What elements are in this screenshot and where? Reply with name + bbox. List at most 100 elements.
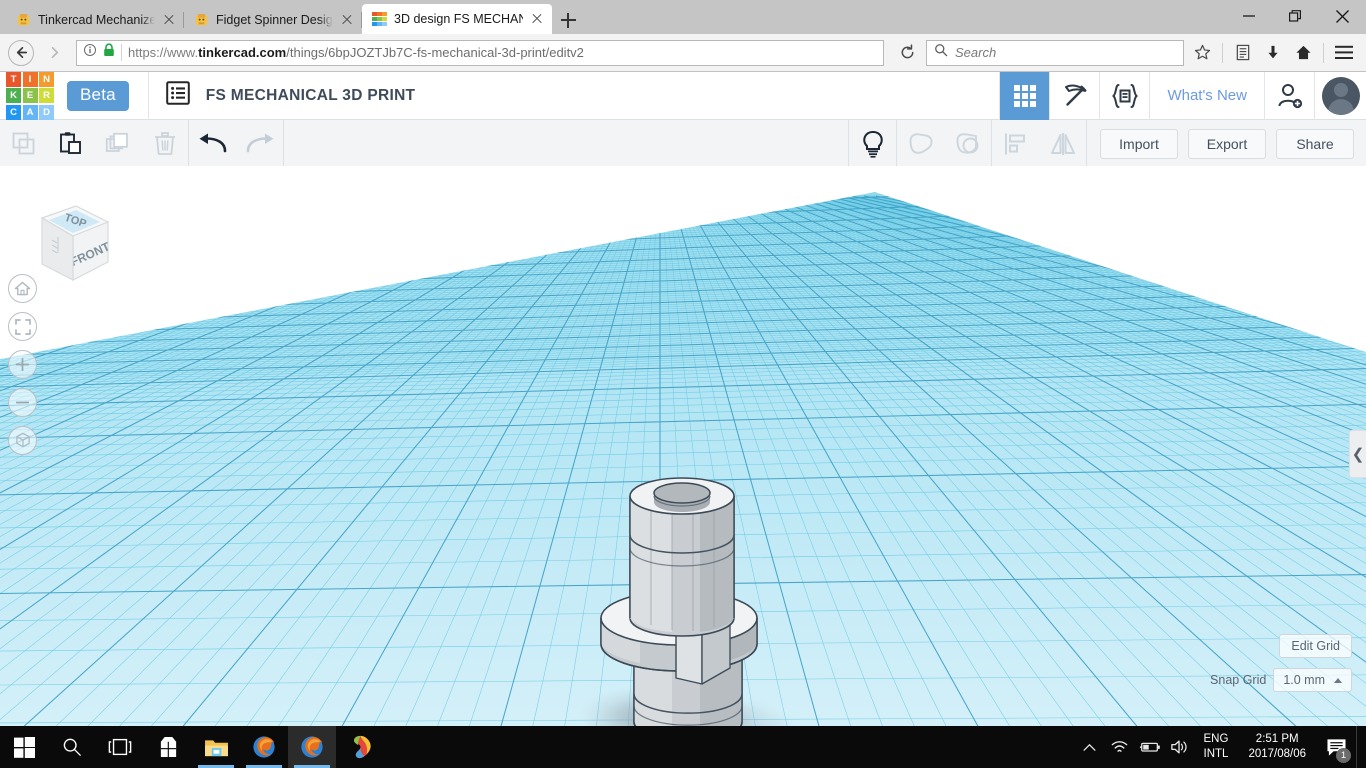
notification-badge: 1 <box>1336 748 1351 763</box>
toolbar-divider <box>1086 119 1087 168</box>
whats-new-link[interactable]: What's New <box>1149 71 1264 120</box>
fit-view-icon[interactable] <box>8 312 37 341</box>
home-icon[interactable] <box>1289 39 1317 67</box>
zoom-in-icon[interactable] <box>8 350 37 379</box>
close-icon[interactable] <box>340 13 354 27</box>
start-button[interactable] <box>0 726 48 768</box>
notifications-icon[interactable]: 1 <box>1318 726 1354 768</box>
avatar[interactable] <box>1314 71 1366 120</box>
grid-view-icon[interactable] <box>999 71 1050 120</box>
edit-toolbar: Import Export Share <box>0 119 1366 168</box>
clock-time: 2:51 PM <box>1255 733 1299 745</box>
add-person-icon[interactable] <box>1264 71 1314 120</box>
clock-date: 2017/08/06 <box>1248 748 1306 760</box>
search-input[interactable] <box>955 45 1176 60</box>
minimize-button[interactable] <box>1226 0 1272 32</box>
clock[interactable]: 2:51 PM 2017/08/06 <box>1238 726 1316 768</box>
close-icon[interactable] <box>162 13 176 27</box>
toolbar-divider <box>283 119 284 168</box>
snap-grid-label: Snap Grid <box>1210 673 1267 687</box>
ungroup-icon[interactable] <box>944 120 991 168</box>
header-right-group: What's New <box>999 71 1366 120</box>
new-tab-button[interactable] <box>552 6 584 34</box>
browser-toolbar-icons <box>1188 39 1358 67</box>
file-explorer-icon[interactable] <box>192 726 240 768</box>
window-controls <box>1226 0 1366 32</box>
panel-expand-handle[interactable]: ❮ <box>1349 430 1366 478</box>
perspective-icon[interactable] <box>8 426 37 455</box>
show-desktop-button[interactable] <box>1356 726 1364 768</box>
beta-badge[interactable]: Beta <box>67 80 129 111</box>
back-arrow-icon[interactable] <box>8 39 34 66</box>
hamburger-menu-icon[interactable] <box>1330 39 1358 67</box>
header-divider <box>147 71 149 120</box>
system-tray: ENG INTL 2:51 PM 2017/08/06 1 <box>1076 726 1366 768</box>
chevron-up-icon[interactable] <box>1076 726 1104 768</box>
reload-icon[interactable] <box>892 38 922 68</box>
maximize-restore-button[interactable] <box>1272 0 1318 32</box>
redo-icon[interactable] <box>236 120 283 168</box>
grid-controls: Edit Grid Snap Grid 1.0 mm <box>1210 634 1352 692</box>
browser-tab-1[interactable]: Tinkercad Mechanized Fidge <box>6 6 184 34</box>
workplane-grid[interactable] <box>0 166 1366 726</box>
search-icon <box>934 43 948 62</box>
edit-toolbar-right: Import Export Share <box>848 119 1366 168</box>
browser-tabstrip: Tinkercad Mechanized Fidge Fidget Spinne… <box>0 0 584 34</box>
task-view-icon[interactable] <box>96 726 144 768</box>
close-window-button[interactable] <box>1318 0 1366 32</box>
share-button[interactable]: Share <box>1276 128 1354 159</box>
viewport-nav-tools <box>8 274 37 455</box>
zoom-out-icon[interactable] <box>8 388 37 417</box>
3d-viewport[interactable]: TOP FRONT Edit Grid Snap Grid 1.0 mm ❮ <box>0 166 1366 726</box>
import-button[interactable]: Import <box>1100 128 1178 159</box>
forward-arrow-icon[interactable] <box>38 38 68 68</box>
close-icon[interactable] <box>530 12 544 26</box>
microsoft-store-icon[interactable] <box>144 726 192 768</box>
url-bar[interactable]: https://www.tinkercad.com/things/6bpJOZT… <box>76 39 884 66</box>
volume-icon[interactable] <box>1166 726 1194 768</box>
firefox-icon[interactable] <box>240 726 288 768</box>
duplicate-icon[interactable] <box>94 120 141 168</box>
codeblocks-icon[interactable] <box>1099 71 1149 120</box>
language-line-2: INTL <box>1203 748 1229 760</box>
delete-icon[interactable] <box>141 120 188 168</box>
page-info-icon[interactable] <box>83 43 97 62</box>
battery-icon[interactable] <box>1136 726 1164 768</box>
browser-tab-3[interactable]: 3D design FS MECHANICAL <box>362 4 552 34</box>
reader-list-icon[interactable] <box>1229 39 1257 67</box>
tinkercad-icon <box>372 11 387 27</box>
browser-navbar: https://www.tinkercad.com/things/6bpJOZT… <box>0 34 1366 72</box>
lock-icon <box>103 43 115 62</box>
browser-tab-2[interactable]: Fidget Spinner Design Conte <box>184 6 362 34</box>
windows-taskbar: ENG INTL 2:51 PM 2017/08/06 1 <box>0 726 1366 768</box>
edit-toolbar-history <box>189 120 283 168</box>
firefox-icon-2[interactable] <box>288 726 336 768</box>
document-list-icon[interactable] <box>165 81 190 110</box>
edit-grid-button[interactable]: Edit Grid <box>1279 634 1352 658</box>
group-icon[interactable] <box>897 120 944 168</box>
paint3d-icon[interactable] <box>336 726 384 768</box>
pickaxe-icon[interactable] <box>1049 71 1099 120</box>
snap-grid-select[interactable]: 1.0 mm <box>1273 668 1352 692</box>
align-icon[interactable] <box>992 120 1039 168</box>
mirror-icon[interactable] <box>1039 120 1086 168</box>
bookmark-star-icon[interactable] <box>1188 39 1216 67</box>
downloads-arrow-icon[interactable] <box>1259 39 1287 67</box>
wifi-icon[interactable] <box>1106 726 1134 768</box>
search-bar[interactable] <box>926 39 1184 66</box>
search-icon[interactable] <box>48 726 96 768</box>
language-indicator[interactable]: ENG INTL <box>1196 726 1237 768</box>
language-line-1: ENG <box>1203 733 1229 745</box>
copy-icon[interactable] <box>0 120 47 168</box>
undo-icon[interactable] <box>189 120 236 168</box>
browser-tab-label: 3D design FS MECHANICAL <box>394 12 523 26</box>
document-title[interactable]: FS MECHANICAL 3D PRINT <box>206 87 416 105</box>
browser-titlebar: Tinkercad Mechanized Fidge Fidget Spinne… <box>0 0 1366 34</box>
tinkercad-icon <box>16 13 31 28</box>
export-button[interactable]: Export <box>1188 128 1266 159</box>
snap-grid-value: 1.0 mm <box>1283 673 1325 687</box>
paste-icon[interactable] <box>47 120 94 168</box>
home-view-icon[interactable] <box>8 274 37 303</box>
lightbulb-icon[interactable] <box>849 120 896 168</box>
tinkercad-logo-icon[interactable]: TIN KER CAD <box>6 71 54 120</box>
